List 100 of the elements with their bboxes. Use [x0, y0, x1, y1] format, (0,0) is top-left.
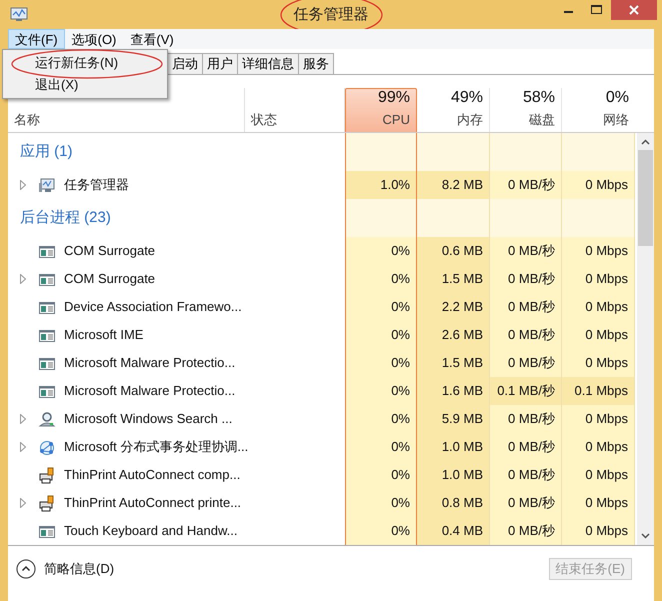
table-cell: 0 MB/秒	[490, 265, 562, 293]
table-cell: 0 Mbps	[562, 489, 635, 517]
chevron-up-icon	[16, 558, 36, 578]
expand-arrow-icon[interactable]	[20, 442, 26, 452]
table-cell: 0%	[345, 433, 417, 461]
process-name: Microsoft Malware Protectio...	[64, 354, 236, 372]
column-label: 名称	[14, 112, 41, 128]
process-name: Microsoft Windows Search ...	[64, 410, 232, 428]
menu-item[interactable]: 查看(V)	[123, 29, 181, 49]
process-row[interactable]: COM Surrogate 0% 0.6 MB 0 MB/秒 0 Mbps	[8, 237, 637, 265]
table-cell: 0%	[345, 237, 417, 265]
table-cell: 0%	[345, 377, 417, 405]
process-name: COM Surrogate	[64, 270, 156, 288]
table-cell	[345, 199, 417, 237]
table-cell: 0 Mbps	[562, 433, 635, 461]
table-cell: 1.0 MB	[417, 433, 490, 461]
collapse-details-button[interactable]: 简略信息(D)	[16, 558, 114, 578]
printer-icon	[38, 494, 56, 512]
tab[interactable]: 服务	[298, 53, 334, 74]
scroll-up-icon[interactable]	[641, 139, 650, 145]
expand-arrow-icon[interactable]	[20, 274, 26, 284]
table-cell: 1.5 MB	[417, 349, 490, 377]
table-cell: 1.6 MB	[417, 377, 490, 405]
process-row[interactable]: Microsoft IME 0% 2.6 MB 0 MB/秒 0 Mbps	[8, 321, 637, 349]
table-cell: 8.2 MB	[417, 171, 490, 199]
usage-percent: 0%	[606, 89, 629, 107]
column-label: 磁盘	[529, 112, 555, 128]
table-cell: 0 MB/秒	[490, 461, 562, 489]
scroll-down-icon[interactable]	[641, 533, 650, 539]
process-name: Microsoft Malware Protectio...	[64, 382, 236, 400]
network-icon	[38, 438, 56, 456]
table-cell: 0.1 MB/秒	[490, 377, 562, 405]
process-row[interactable]: Microsoft Malware Protectio... 0% 1.6 MB 0.1 MB/秒 0.1 Mbps	[8, 377, 637, 405]
process-row[interactable]: Device Association Framewo... 0% 2.2 MB 0 MB/秒 0 Mbps	[8, 293, 637, 321]
window-title: 任务管理器	[294, 6, 368, 23]
table-cell: 0%	[345, 265, 417, 293]
process-name: Touch Keyboard and Handw...	[64, 522, 238, 540]
process-name: ThinPrint AutoConnect printe...	[64, 494, 242, 512]
table-cell: 0%	[345, 405, 417, 433]
group-header: 后台进程 (23)	[20, 208, 111, 228]
table-cell: 1.0 MB	[417, 461, 490, 489]
menu-item[interactable]: 文件(F)	[8, 29, 65, 49]
process-row[interactable]: Microsoft Malware Protectio... 0% 1.5 MB 0 MB/秒 0 Mbps	[8, 349, 637, 377]
expand-arrow-icon[interactable]	[20, 498, 26, 508]
expand-arrow-icon[interactable]	[20, 414, 26, 424]
process-name: ThinPrint AutoConnect comp...	[64, 466, 240, 484]
process-name: COM Surrogate	[64, 242, 156, 260]
table-cell: 0 MB/秒	[490, 517, 562, 545]
scrollbar-thumb[interactable]	[638, 150, 653, 246]
close-button[interactable]	[611, 0, 657, 20]
monitor-icon	[38, 176, 56, 194]
table-cell: 0.1 Mbps	[562, 377, 635, 405]
tab[interactable]: 详细信息	[237, 53, 299, 74]
group-header: 应用 (1)	[20, 142, 72, 162]
table-cell: 0 Mbps	[562, 265, 635, 293]
process-name: 任务管理器	[64, 176, 129, 194]
table-cell: 1.5 MB	[417, 265, 490, 293]
column-label: 网络	[603, 112, 629, 128]
table-cell: 0 Mbps	[562, 321, 635, 349]
table-cell: 0 MB/秒	[490, 349, 562, 377]
table-cell: 0 MB/秒	[490, 293, 562, 321]
usage-percent: 99%	[378, 89, 410, 107]
menu-option[interactable]: 运行新任务(N)	[3, 52, 167, 74]
table-cell: 0%	[345, 293, 417, 321]
table-cell	[490, 199, 562, 237]
table-cell: 0.4 MB	[417, 517, 490, 545]
tab[interactable]: 启动	[167, 53, 203, 74]
tab[interactable]: 用户	[202, 53, 238, 74]
process-name: Device Association Framewo...	[64, 298, 242, 316]
column-label: 内存	[457, 112, 483, 128]
table-cell: 0 Mbps	[562, 293, 635, 321]
table-cell: 2.6 MB	[417, 321, 490, 349]
table-cell: 0 MB/秒	[490, 489, 562, 517]
table-cell	[345, 133, 417, 171]
process-row[interactable]: Touch Keyboard and Handw... 0% 0.4 MB 0 MB/秒 0 Mbps	[8, 517, 637, 545]
table-cell: 2.2 MB	[417, 293, 490, 321]
table-cell: 0 Mbps	[562, 349, 635, 377]
table-cell: 0 MB/秒	[490, 321, 562, 349]
table-cell: 0 MB/秒	[490, 171, 562, 199]
usage-percent: 49%	[450, 89, 483, 107]
monitor-icon	[10, 7, 28, 22]
usage-percent: 58%	[522, 89, 555, 107]
menu-item[interactable]: 选项(O)	[64, 29, 124, 49]
table-cell: 5.9 MB	[417, 405, 490, 433]
column-header[interactable]: 99% CPU	[345, 88, 417, 132]
process-name: Microsoft IME	[64, 326, 144, 344]
table-cell	[490, 133, 562, 171]
printer-icon	[38, 466, 56, 484]
expand-arrow-icon[interactable]	[20, 180, 26, 190]
column-label: 状态	[251, 112, 278, 128]
table-cell: 0%	[345, 517, 417, 545]
table-cell: 1.0%	[345, 171, 417, 199]
process-row[interactable]: ThinPrint AutoConnect comp... 0% 1.0 MB 0 MB/秒 0 Mbps	[8, 461, 637, 489]
table-cell: 0 Mbps	[562, 237, 635, 265]
table-cell: 0%	[345, 489, 417, 517]
process-name: Microsoft 分布式事务处理协调...	[64, 438, 248, 456]
table-cell: 0%	[345, 461, 417, 489]
table-cell: 0 Mbps	[562, 405, 635, 433]
table-cell: 0%	[345, 349, 417, 377]
table-cell: 0 Mbps	[562, 517, 635, 545]
